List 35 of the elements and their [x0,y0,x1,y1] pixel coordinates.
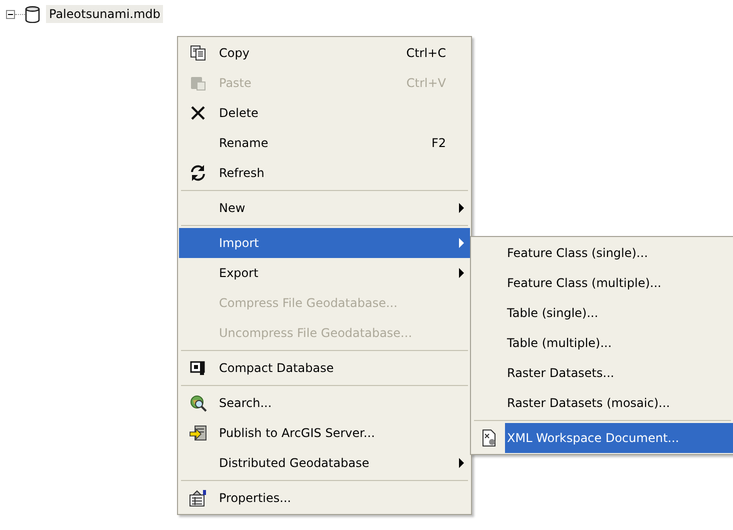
menu-item[interactable]: Raster Datasets (mosaic)... [472,388,733,418]
shortcut-label: Ctrl+C [406,46,446,60]
menu-item[interactable]: Raster Datasets... [472,358,733,388]
menu-item[interactable]: Copy Ctrl+C [179,38,470,68]
submenu-arrow-icon [458,268,464,278]
cross-icon [189,104,207,122]
submenu-arrow-icon [458,203,464,213]
menu-item[interactable]: Export [179,258,470,288]
menu-item[interactable]: Search... [179,388,470,418]
submenu-arrow-icon [458,238,464,248]
menu-item[interactable]: Refresh [179,158,470,188]
database-compact-icon [189,359,207,377]
menu-item[interactable]: Rename F2 [179,128,470,158]
search-icon [189,394,207,412]
submenu-arrow-icon [458,458,464,468]
menu-item[interactable]: Compact Database [179,353,470,383]
refresh-icon [189,164,207,182]
tree-item[interactable]: Paleotsunami.mdb [46,5,164,23]
server-arrow-icon [189,424,207,442]
copy-icon [189,44,207,62]
shortcut-label: Ctrl+V [406,76,446,90]
menu-item[interactable]: Properties... [179,483,470,513]
shortcut-label: F2 [431,136,446,150]
menu-item[interactable]: Feature Class (multiple)... [472,268,733,298]
menu-item[interactable]: Publish to ArcGIS Server... [179,418,470,448]
menu-item[interactable]: Table (single)... [472,298,733,328]
document-icon [480,429,498,447]
menu-item[interactable]: Feature Class (single)... [472,238,733,268]
clipboard-icon [189,74,207,92]
properties-icon [189,489,207,507]
menu-item[interactable]: Table (multiple)... [472,328,733,358]
menu-item[interactable]: Delete [179,98,470,128]
database-icon [25,6,40,22]
menu-item[interactable]: Distributed Geodatabase [179,448,470,478]
menu-item[interactable]: New [179,193,470,223]
